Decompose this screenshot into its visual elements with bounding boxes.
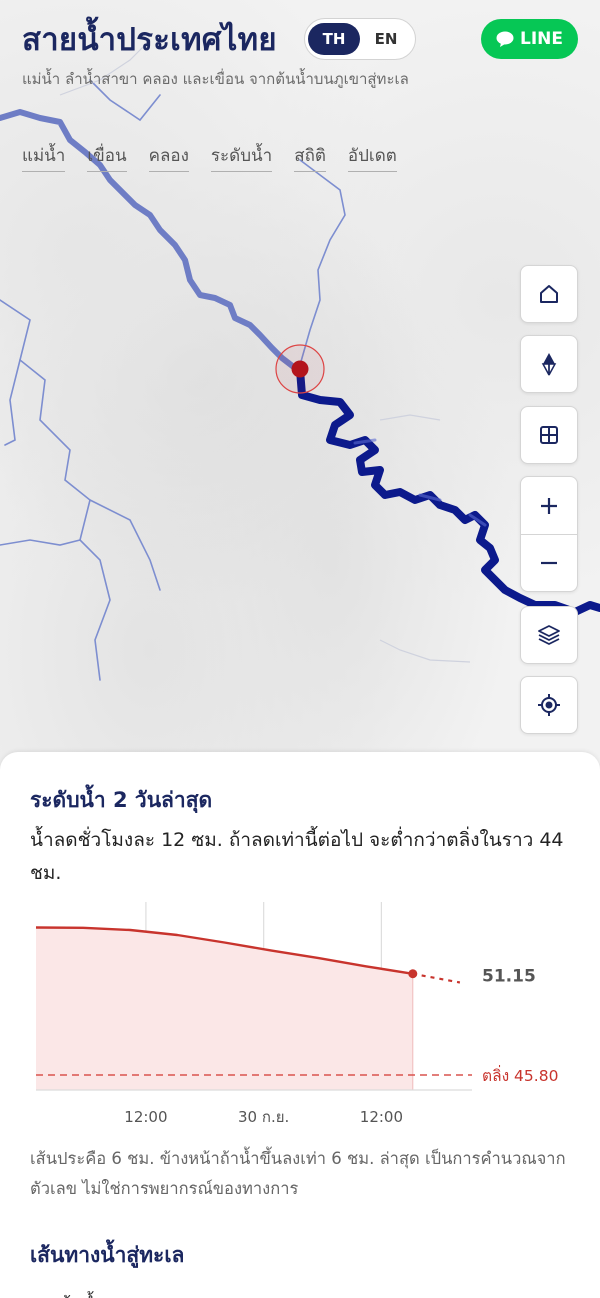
zoom-in-button[interactable] <box>521 477 577 534</box>
compass-icon <box>541 353 557 376</box>
home-button[interactable] <box>520 265 578 323</box>
tributary <box>299 159 346 366</box>
tributary <box>4 359 21 446</box>
chart-note: เส้นประคือ 6 ชม. ข้างหน้าถ้าน้ำขึ้นลงเท่… <box>30 1149 566 1198</box>
forecast-line <box>412 972 461 984</box>
layers-icon <box>538 625 560 645</box>
page-subtitle: แม่น้ำ ลำน้ำสาขา คลอง และเขื่อน จากต้นน้… <box>22 70 409 88</box>
locate-button[interactable] <box>520 676 578 734</box>
top-nav: แม่น้ำ เขื่อน คลอง ระดับน้ำ สถิติ อัปเดต <box>22 142 397 172</box>
map-canvas[interactable] <box>0 0 600 780</box>
zoom-controls <box>520 476 578 592</box>
home-icon <box>540 285 558 303</box>
canal <box>379 639 471 663</box>
zoom-out-button[interactable] <box>521 534 577 591</box>
x-tick-label: 12:00 <box>124 1108 167 1126</box>
chart-area <box>36 927 413 1090</box>
layers-button[interactable] <box>520 606 578 664</box>
last-point[interactable] <box>408 969 418 979</box>
tributary <box>0 539 81 546</box>
tributary <box>89 499 161 591</box>
lang-th-button[interactable]: TH <box>308 23 360 55</box>
tributary <box>0 299 111 681</box>
line-share-button[interactable]: LINE <box>481 19 578 59</box>
nav-stats[interactable]: สถิติ <box>294 142 326 172</box>
panel-title: ระดับน้ำ 2 วันล่าสุด <box>30 788 213 812</box>
zoom-in-icon <box>541 497 557 514</box>
compass-button[interactable] <box>520 335 578 393</box>
station-panel[interactable]: ระดับน้ำ 2 วันล่าสุด น้ำลดชั่วโมงละ 12 ซ… <box>0 752 600 1298</box>
language-toggle[interactable]: TH EN <box>304 18 416 60</box>
water-level-chart: 51.15 ตลิ่ง 45.80 12:00 30 ก.ย. 12:00 <box>35 902 558 1126</box>
zoom-out-icon <box>541 561 557 565</box>
chat-bubble-icon <box>496 31 514 47</box>
nav-canals[interactable]: คลอง <box>148 142 189 172</box>
canal <box>379 414 441 421</box>
nav-rivers[interactable]: แม่น้ำ <box>22 142 66 172</box>
line-label: LINE <box>520 29 563 49</box>
station-marker[interactable] <box>291 360 309 378</box>
locate-icon <box>538 694 560 716</box>
route-text: จากต้นน้ำ <box>30 1290 104 1298</box>
nav-water-level[interactable]: ระดับน้ำ <box>210 142 273 172</box>
grid-icon <box>540 426 558 444</box>
last-value-label: 51.15 <box>482 967 536 987</box>
nav-updates[interactable]: อัปเดต <box>347 142 397 172</box>
panel-description: น้ำลดชั่วโมงละ 12 ซม. ถ้าลดเท่านี้ต่อไป … <box>30 829 564 884</box>
map[interactable] <box>0 0 600 780</box>
x-tick-label: 30 ก.ย. <box>238 1108 289 1126</box>
route-section-title: เส้นทางน้ำสู่ทะเล <box>30 1243 185 1267</box>
lang-en-button[interactable]: EN <box>360 23 412 55</box>
nav-dams[interactable]: เขื่อน <box>87 142 127 172</box>
bank-level-label: ตลิ่ง 45.80 <box>482 1065 558 1085</box>
grid-button[interactable] <box>520 406 578 464</box>
x-tick-label: 12:00 <box>360 1108 403 1126</box>
